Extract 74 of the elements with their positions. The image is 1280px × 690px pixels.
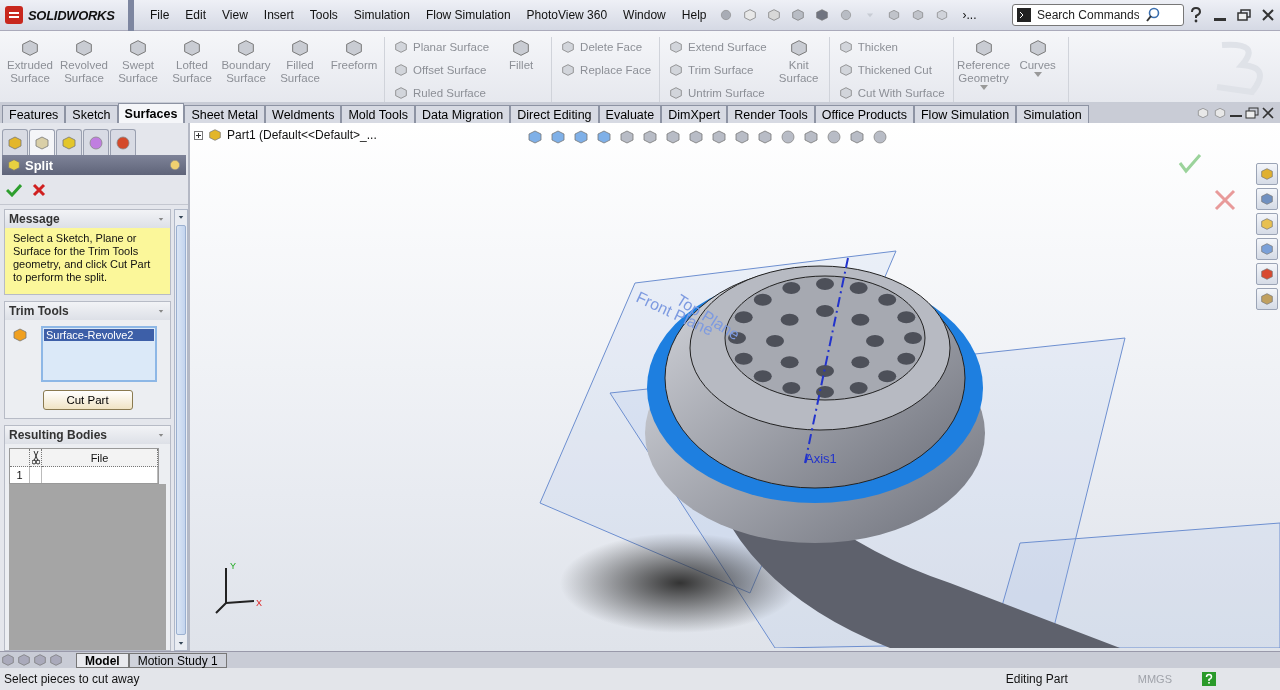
menu-item[interactable]: File — [142, 8, 178, 22]
command-tab[interactable]: Data Migration — [414, 105, 511, 123]
panel-title: Split — [25, 157, 55, 173]
axis-label: Axis1 — [805, 451, 837, 466]
minimize-glyph-icon — [1214, 17, 1226, 21]
command-tab[interactable]: Office Products — [814, 105, 914, 123]
task-pane-button[interactable] — [1256, 288, 1278, 310]
scrollbar[interactable] — [174, 209, 188, 651]
command-tab[interactable]: Mold Tools — [341, 105, 415, 123]
message-text: Select a Sketch, Plane or Surface for the Trim Tools geometry, and click Cut Part to perform the split. — [5, 228, 170, 294]
expand-icon[interactable] — [194, 130, 203, 140]
row-number: 1 — [10, 467, 30, 483]
command-tab[interactable]: Surfaces — [117, 103, 185, 123]
axis-letter: Y — [230, 561, 236, 571]
search-icon — [1145, 7, 1161, 23]
menu-item[interactable]: View — [214, 8, 256, 22]
command-tab[interactable]: Direct Editing — [510, 105, 599, 123]
dimxpert-tab[interactable] — [83, 129, 109, 155]
menu-item[interactable]: Insert — [255, 8, 302, 22]
model-tab[interactable]: Model — [76, 653, 129, 668]
task-pane-button[interactable] — [1256, 213, 1278, 235]
task-pane-button[interactable] — [1256, 188, 1278, 210]
search-input[interactable]: Search Commands — [1035, 7, 1141, 23]
status-mode: Editing Part — [1005, 672, 1068, 686]
column-header: File — [42, 449, 158, 467]
search-field[interactable]: Search Commands — [1012, 4, 1184, 26]
toolbar-grip — [128, 0, 134, 31]
command-tab[interactable]: Render Tools — [727, 105, 815, 123]
terminal-icon — [1017, 8, 1031, 22]
command-tab[interactable]: Flow Simulation — [914, 105, 1017, 123]
command-tab[interactable]: Sketch — [65, 105, 118, 123]
menu-item[interactable]: PhotoView 360 — [518, 8, 616, 22]
menu-item[interactable]: Tools — [301, 8, 346, 22]
command-tab[interactable]: Simulation — [1016, 105, 1089, 123]
overflow-menu[interactable]: ›... — [954, 8, 985, 22]
display-manager-tab[interactable] — [110, 129, 136, 155]
restore-icon[interactable] — [1245, 107, 1259, 119]
close-icon[interactable] — [1262, 107, 1274, 119]
ok-check-icon[interactable] — [6, 182, 22, 197]
cancel-x-icon[interactable] — [32, 182, 46, 197]
origin-triad-icon — [215, 567, 255, 614]
command-tab[interactable]: Sheet Metal — [184, 105, 266, 123]
axis-letter: X — [256, 598, 262, 608]
menu-item[interactable]: Edit — [177, 8, 215, 22]
ok-check-icon[interactable] — [1178, 154, 1202, 174]
command-tab[interactable]: DimXpert — [661, 105, 728, 123]
cancel-x-icon[interactable] — [1214, 189, 1236, 211]
question-mark-icon — [1189, 7, 1203, 23]
list-item[interactable]: Surface-Revolve2 — [44, 329, 154, 341]
status-message: Select pieces to cut away — [4, 672, 140, 686]
model-tab[interactable]: Motion Study 1 — [128, 653, 227, 668]
restore-glyph-icon — [1237, 9, 1251, 21]
menu-item[interactable]: Simulation — [345, 8, 418, 22]
section-title: Message — [9, 212, 60, 226]
configuration-tab[interactable] — [56, 129, 82, 155]
task-pane-button[interactable] — [1256, 238, 1278, 260]
x-glyph-icon — [1262, 9, 1274, 21]
menu-item[interactable]: Help — [673, 8, 715, 22]
section-title: Resulting Bodies — [9, 428, 107, 442]
cut-part-button[interactable]: Cut Part — [42, 390, 133, 410]
menu-item[interactable]: Flow Simulation — [417, 8, 519, 22]
selection-list[interactable]: Surface-Revolve2 — [41, 326, 157, 382]
task-pane-button[interactable] — [1256, 163, 1278, 185]
command-tab[interactable]: Evaluate — [598, 105, 662, 123]
app-logo-text: SOLIDWORKS — [28, 7, 115, 23]
section-title: Trim Tools — [9, 304, 69, 318]
tree-item[interactable]: Part1 (Default<<Default>_... — [227, 128, 377, 142]
menu-item[interactable]: Window — [615, 8, 674, 22]
command-tab[interactable]: Weldments — [265, 105, 342, 123]
feature-tree-tab[interactable] — [2, 129, 28, 155]
property-manager-tab[interactable] — [29, 129, 55, 155]
command-tab[interactable]: Features — [2, 105, 66, 123]
task-pane-button[interactable] — [1256, 263, 1278, 285]
logo-icon — [4, 5, 24, 25]
